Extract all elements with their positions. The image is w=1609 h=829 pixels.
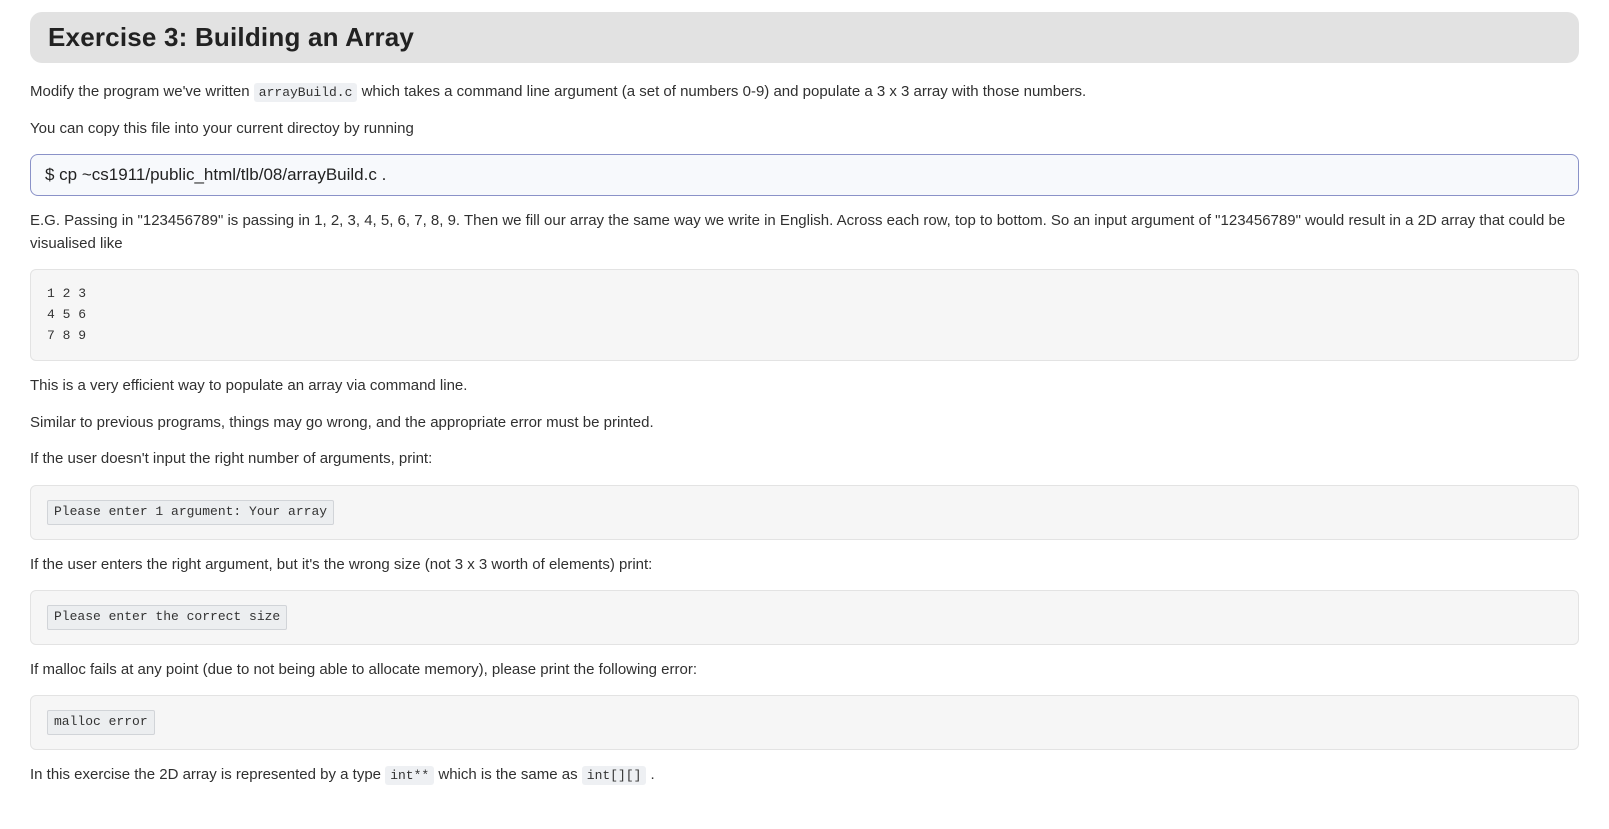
- type-code-1: int**: [385, 766, 434, 785]
- argcount-error-message: Please enter 1 argument: Your array: [47, 500, 334, 525]
- copy-command-block: $ cp ~cs1911/public_html/tlb/08/arrayBui…: [30, 154, 1579, 196]
- closing-after: .: [646, 766, 654, 783]
- intro-text-before: Modify the program we've written: [30, 83, 254, 100]
- exercise-document: Exercise 3: Building an Array Modify the…: [0, 12, 1609, 787]
- malloc-error-block: malloc error: [30, 695, 1579, 750]
- intro-text-after: which takes a command line argument (a s…: [357, 83, 1086, 100]
- filename-code: arrayBuild.c: [254, 83, 358, 102]
- copy-instruction-text: You can copy this file into your current…: [30, 118, 1579, 141]
- exercise-title: Exercise 3: Building an Array: [48, 22, 1561, 53]
- copy-command-text: $ cp ~cs1911/public_html/tlb/08/arrayBui…: [45, 165, 386, 184]
- malloc-instruction: If malloc fails at any point (due to not…: [30, 659, 1579, 682]
- exercise-header: Exercise 3: Building an Array: [30, 12, 1579, 63]
- closing-mid: which is the same as: [434, 766, 582, 783]
- type-code-2: int[][]: [582, 766, 647, 785]
- matrix-visualization: 1 2 3 4 5 6 7 8 9: [30, 269, 1579, 361]
- example-explanation: E.G. Passing in "123456789" is passing i…: [30, 210, 1579, 255]
- wrongsize-error-block: Please enter the correct size: [30, 590, 1579, 645]
- wrongsize-instruction: If the user enters the right argument, b…: [30, 554, 1579, 577]
- argcount-instruction: If the user doesn't input the right numb…: [30, 448, 1579, 471]
- intro-paragraph: Modify the program we've written arrayBu…: [30, 81, 1579, 104]
- closing-paragraph: In this exercise the 2D array is represe…: [30, 764, 1579, 787]
- wrongsize-error-message: Please enter the correct size: [47, 605, 287, 630]
- efficient-note: This is a very efficient way to populate…: [30, 375, 1579, 398]
- argcount-error-block: Please enter 1 argument: Your array: [30, 485, 1579, 540]
- malloc-error-message: malloc error: [47, 710, 155, 735]
- closing-before: In this exercise the 2D array is represe…: [30, 766, 385, 783]
- error-handling-intro: Similar to previous programs, things may…: [30, 412, 1579, 435]
